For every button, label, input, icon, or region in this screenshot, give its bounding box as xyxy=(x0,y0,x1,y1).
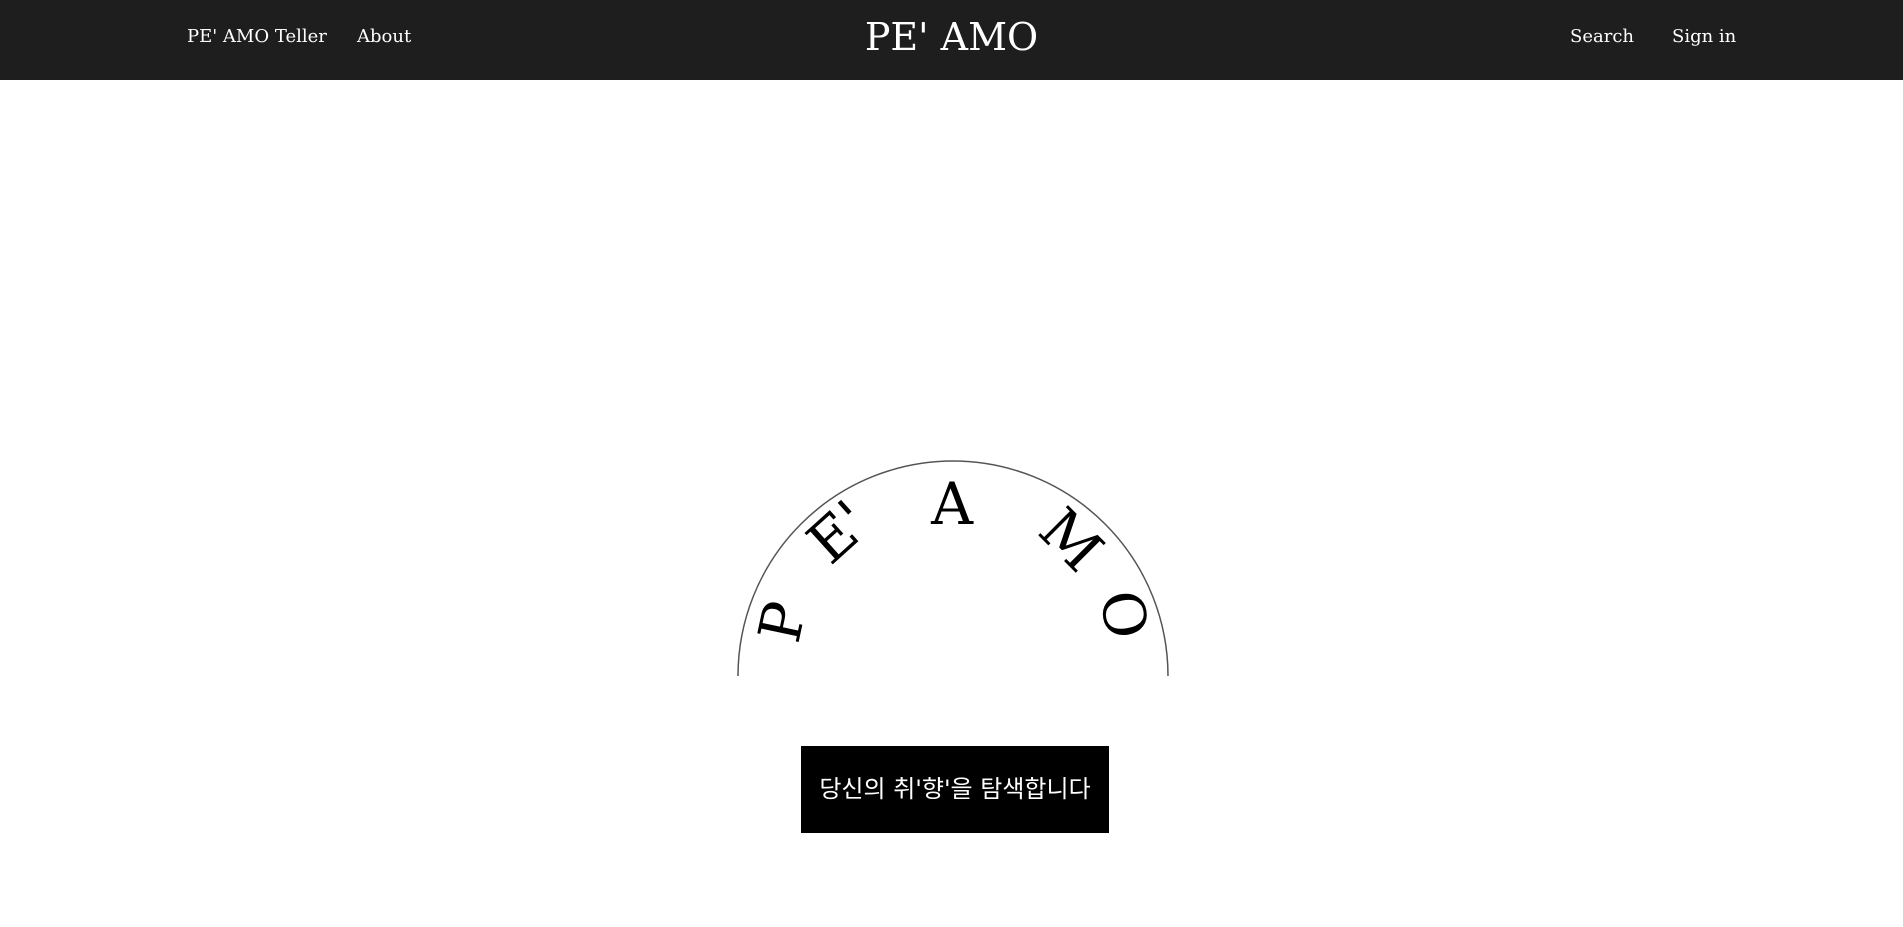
nav-link-peamo-teller[interactable]: PE' AMO Teller xyxy=(187,0,327,74)
arc-logo-letter-m: M xyxy=(1026,495,1116,585)
top-navbar: PE' AMO Teller About PE' AMO Search Sign… xyxy=(0,0,1903,80)
arc-logo-letter-p: P xyxy=(745,596,820,648)
nav-link-search[interactable]: Search xyxy=(1570,0,1634,74)
explore-taste-button[interactable]: 당신의 취'향'을 탐색합니다 xyxy=(801,746,1109,833)
brand-logo-text[interactable]: PE' AMO xyxy=(865,15,1038,59)
arc-logo-letter-a: A xyxy=(930,470,974,538)
nav-link-sign-in[interactable]: Sign in xyxy=(1672,0,1736,74)
nav-link-about[interactable]: About xyxy=(357,0,411,74)
arc-logo-letter-o: O xyxy=(1086,585,1161,644)
arc-logo-letter-e: E' xyxy=(794,487,883,577)
arc-logo: P E' A M O xyxy=(737,460,1169,677)
